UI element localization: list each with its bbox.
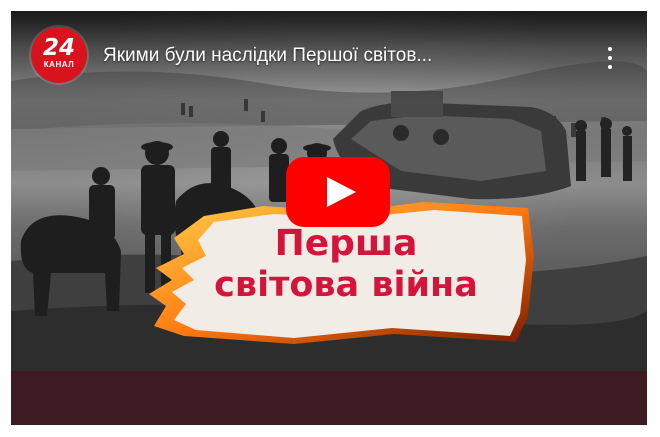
overlay-headline: Перша світова війна (161, 224, 531, 306)
bottom-bar (11, 371, 647, 425)
more-vertical-icon[interactable] (597, 41, 623, 75)
channel-logo-label: КАНАЛ (43, 60, 75, 69)
video-thumbnail[interactable]: Перша світова війна 24 КАНАЛ Якими були … (11, 11, 647, 371)
youtube-play-icon[interactable] (286, 157, 390, 227)
video-embed[interactable]: Перша світова війна 24 КАНАЛ Якими були … (11, 11, 647, 425)
overlay-line-1: Перша (274, 223, 418, 264)
video-title[interactable]: Якими були наслідки Першої світов... (103, 45, 583, 67)
channel-logo-number: 24 (42, 35, 75, 61)
channel-avatar[interactable]: 24 КАНАЛ (31, 27, 87, 83)
overlay-line-2: світова війна (214, 265, 478, 305)
